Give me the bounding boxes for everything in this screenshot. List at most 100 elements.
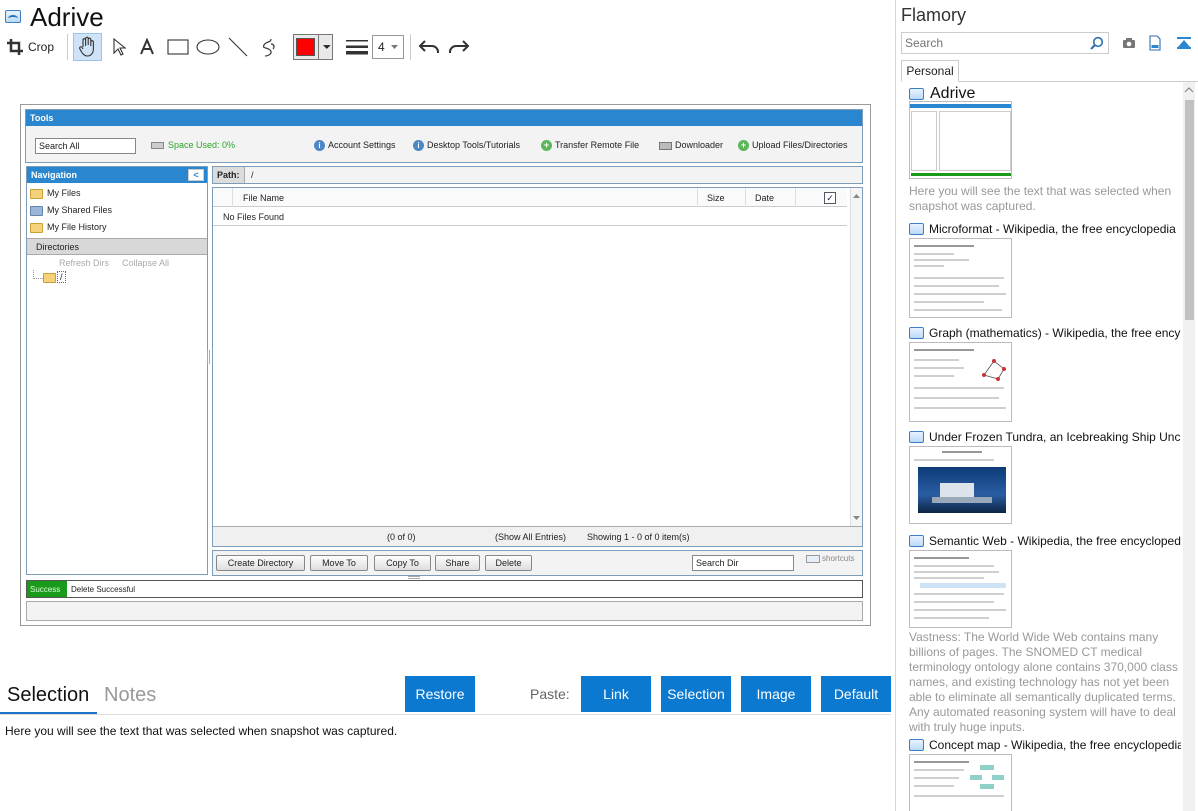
crop-button[interactable]: Crop <box>6 33 58 61</box>
shortcuts-label: shortcuts <box>822 554 855 563</box>
text-tool-button[interactable] <box>134 33 160 61</box>
collapse-nav-button[interactable]: < <box>188 169 204 181</box>
keyboard-icon <box>806 554 820 563</box>
paste-default-button[interactable]: Default <box>821 676 891 712</box>
crop-label: Crop <box>28 40 55 54</box>
transfer-remote-link[interactable]: + Transfer Remote File <box>541 140 640 152</box>
nav-item-my-files[interactable]: My Files <box>30 188 81 199</box>
shortcuts-link[interactable]: shortcuts <box>806 554 854 563</box>
snapshot-icon <box>909 535 924 547</box>
root-directory[interactable]: / <box>43 271 66 283</box>
snapshot-item-title: Semantic Web - Wikipedia, the free encyc… <box>929 534 1181 548</box>
camera-icon[interactable] <box>1122 37 1136 49</box>
captured-screenshot: Tools Search All Space Used: 0% i Account… <box>20 104 871 626</box>
root-directory-label: / <box>57 271 66 283</box>
directories-header: Directories <box>27 238 207 255</box>
share-button[interactable]: Share <box>435 555 480 571</box>
status-bar: Success Delete Successful <box>26 580 863 598</box>
account-settings-label: Account Settings <box>328 140 396 150</box>
freehand-tool-button[interactable] <box>256 33 282 61</box>
text-a-icon <box>140 38 154 55</box>
splitter-handle[interactable] <box>408 576 420 579</box>
snapshot-thumbnail <box>909 238 1012 318</box>
space-used-text: Space Used: 0% <box>168 140 236 150</box>
tools-header: Tools <box>26 110 862 126</box>
downloader-link[interactable]: Downloader <box>659 140 723 150</box>
snapshot-item-title: Microformat - Wikipedia, the free encycl… <box>929 222 1176 236</box>
ship-photo <box>918 467 1006 513</box>
nav-item-shared-files[interactable]: My Shared Files <box>30 205 112 216</box>
collapse-up-icon[interactable] <box>1176 36 1192 50</box>
tab-personal[interactable]: Personal <box>901 60 959 82</box>
snapshot-icon <box>909 431 924 443</box>
navigation-header: Navigation <box>27 167 207 183</box>
pointer-arrow-icon <box>113 37 127 56</box>
color-picker[interactable] <box>293 34 333 60</box>
app-name: Flamory <box>901 5 967 25</box>
refresh-dirs-link[interactable]: Refresh Dirs <box>59 258 109 268</box>
collapse-all-link[interactable]: Collapse All <box>122 258 169 268</box>
select-tool-button[interactable] <box>106 33 132 61</box>
path-label: Path: <box>213 167 245 183</box>
space-used: Space Used: 0% <box>151 140 235 150</box>
paste-selection-button[interactable]: Selection <box>661 676 731 712</box>
scrollbar-thumb[interactable] <box>1185 100 1194 320</box>
tab-selection[interactable]: Selection <box>7 684 89 707</box>
pan-tool-button[interactable] <box>73 33 102 61</box>
snapshot-thumbnail <box>909 754 1012 811</box>
move-to-button[interactable]: Move To <box>310 555 368 571</box>
column-file-name[interactable]: File Name <box>243 193 284 203</box>
file-grid: File Name Size Date ✓ No Files Found (0 … <box>212 187 863 547</box>
copy-to-button[interactable]: Copy To <box>374 555 431 571</box>
path-value[interactable]: / <box>251 170 254 180</box>
search-input[interactable] <box>902 33 1082 53</box>
ellipse-tool-button[interactable] <box>195 33 221 61</box>
nav-item-file-history[interactable]: My File History <box>30 222 107 233</box>
account-settings-link[interactable]: i Account Settings <box>314 140 396 152</box>
splitter-handle[interactable] <box>207 350 210 364</box>
actions-bar: Create Directory Move To Copy To Share D… <box>212 550 863 576</box>
downloader-label: Downloader <box>675 140 724 150</box>
select-all-checkbox[interactable]: ✓ <box>824 192 836 204</box>
column-date[interactable]: Date <box>755 193 774 203</box>
delete-button[interactable]: Delete <box>485 555 532 571</box>
paste-link-button[interactable]: Link <box>581 676 651 712</box>
scroll-up-icon <box>1184 87 1194 93</box>
redo-button[interactable] <box>446 33 472 61</box>
chevron-down-icon <box>390 45 398 49</box>
table-row: No Files Found <box>213 207 847 226</box>
show-all-link[interactable]: (Show All Entries) <box>495 532 566 542</box>
line-width-button[interactable] <box>344 33 370 61</box>
graph-thumbnail-icon <box>982 359 1006 381</box>
showing-count: Showing 1 - 0 of 0 item(s) <box>587 532 690 542</box>
plus-icon: + <box>738 140 749 152</box>
search-all-input[interactable]: Search All <box>35 138 136 154</box>
snapshot-item-title: Concept map - Wikipedia, the free encycl… <box>929 738 1181 752</box>
tree-connector <box>33 270 43 279</box>
upload-files-link[interactable]: + Upload Files/Directories <box>738 140 848 152</box>
tab-notes[interactable]: Notes <box>104 684 156 707</box>
concept-map-figure <box>970 765 1006 789</box>
snapshot-item-title: Under Frozen Tundra, an Icebreaking Ship… <box>929 430 1181 444</box>
snapshot-thumbnail <box>909 342 1012 422</box>
snapshot-snippet: Here you will see the text that was sele… <box>909 184 1172 213</box>
line-tool-button[interactable] <box>225 33 251 61</box>
desktop-tools-link[interactable]: i Desktop Tools/Tutorials <box>413 140 520 152</box>
rectangle-tool-button[interactable] <box>165 33 191 61</box>
transfer-remote-label: Transfer Remote File <box>555 140 640 150</box>
grid-scrollbar[interactable] <box>850 188 862 526</box>
search-icon[interactable] <box>1090 36 1104 50</box>
document-icon[interactable] <box>1149 35 1161 51</box>
search-dir-input[interactable]: Search Dir <box>692 555 794 571</box>
restore-button[interactable]: Restore <box>405 676 475 712</box>
undo-button[interactable] <box>416 33 442 61</box>
line-width-select[interactable]: 4 <box>372 35 404 59</box>
create-directory-button[interactable]: Create Directory <box>216 555 305 571</box>
column-size[interactable]: Size <box>707 193 725 203</box>
paste-image-button[interactable]: Image <box>741 676 811 712</box>
grid-header: File Name Size Date ✓ <box>213 188 847 207</box>
scroll-down-icon <box>853 516 860 520</box>
redo-icon <box>449 40 470 53</box>
status-message: Delete Successful <box>71 585 136 594</box>
app-window: Adrive Crop 4 Tools Search All Space Use… <box>0 0 1198 811</box>
